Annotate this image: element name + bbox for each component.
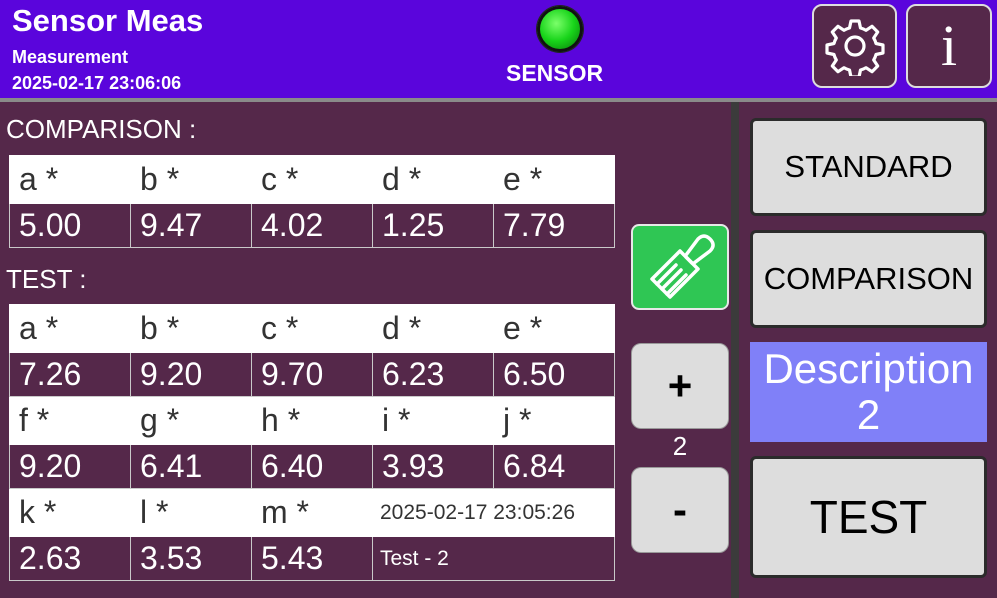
brush-icon (650, 234, 715, 299)
value-cell: 1.25 (372, 203, 494, 248)
increment-button[interactable]: + (631, 343, 729, 429)
test-name: Test - 2 (372, 536, 615, 581)
column-header: a * (9, 304, 131, 353)
app-title: Sensor Meas (12, 3, 204, 38)
table-row: 9.20 6.41 6.40 3.93 6.84 (9, 444, 615, 489)
table-header-row: a * b * c * d * e * (9, 304, 615, 353)
column-header: f * (9, 396, 131, 445)
sensor-status-led-icon (537, 6, 583, 52)
test-section-label: TEST : (6, 264, 87, 294)
column-header: d * (372, 304, 494, 353)
value-cell: 3.53 (130, 536, 252, 581)
column-header: c * (251, 304, 373, 353)
table-header-row: f * g * h * i * j * (9, 396, 615, 445)
column-header: h * (251, 396, 373, 445)
header-bar: Sensor Meas Measurement 2025-02-17 23:06… (0, 0, 997, 98)
comparison-button[interactable]: COMPARISON (750, 230, 987, 328)
sensor-label: SENSOR (506, 60, 604, 86)
value-cell: 6.23 (372, 352, 494, 397)
info-button[interactable]: i (906, 4, 992, 88)
comparison-table: a * b * c * d * e * 5.00 9.47 4.02 1.25 … (9, 155, 615, 248)
description-display: Description 2 (750, 342, 987, 442)
value-cell: 9.20 (130, 352, 252, 397)
column-header: b * (130, 155, 252, 204)
column-header: g * (130, 396, 252, 445)
settings-button[interactable] (812, 4, 897, 88)
comparison-section-label: COMPARISON : (6, 114, 197, 144)
value-cell: 6.50 (493, 352, 615, 397)
table-row: 7.26 9.20 9.70 6.23 6.50 (9, 352, 615, 397)
counter-value: 2 (672, 431, 688, 461)
column-header: a * (9, 155, 131, 204)
table-header-row: k * l * m * 2025-02-17 23:05:26 (9, 488, 615, 537)
header-separator (0, 98, 997, 102)
table-row: 5.00 9.47 4.02 1.25 7.79 (9, 203, 615, 248)
table-header-row: a * b * c * d * e * (9, 155, 615, 204)
info-icon: i (940, 13, 958, 78)
column-header: m * (251, 488, 373, 537)
value-cell: 6.84 (493, 444, 615, 489)
description-text: Description (763, 345, 974, 392)
decrement-button[interactable]: - (631, 467, 729, 553)
value-cell: 4.02 (251, 203, 373, 248)
test-table: a * b * c * d * e * 7.26 9.20 9.70 6.23 … (9, 304, 615, 581)
value-cell: 3.93 (372, 444, 494, 489)
standard-button[interactable]: STANDARD (750, 118, 987, 216)
panel-divider (731, 102, 739, 598)
value-cell: 2.63 (9, 536, 131, 581)
gear-icon (824, 19, 885, 76)
value-cell: 9.20 (9, 444, 131, 489)
value-cell: 9.47 (130, 203, 252, 248)
column-header: j * (493, 396, 615, 445)
column-header: e * (493, 304, 615, 353)
clear-button[interactable] (631, 224, 729, 310)
column-header: i * (372, 396, 494, 445)
description-number: 2 (856, 391, 881, 438)
column-header: k * (9, 488, 131, 537)
column-header: l * (130, 488, 252, 537)
subtitle: Measurement (12, 47, 129, 67)
test-button[interactable]: TEST (750, 456, 987, 578)
value-cell: 7.26 (9, 352, 131, 397)
value-cell: 5.00 (9, 203, 131, 248)
column-header: c * (251, 155, 373, 204)
column-header: e * (493, 155, 615, 204)
value-cell: 7.79 (493, 203, 615, 248)
test-timestamp: 2025-02-17 23:05:26 (372, 488, 615, 537)
table-row: 2.63 3.53 5.43 Test - 2 (9, 536, 615, 581)
value-cell: 5.43 (251, 536, 373, 581)
value-cell: 6.41 (130, 444, 252, 489)
value-cell: 6.40 (251, 444, 373, 489)
column-header: b * (130, 304, 252, 353)
current-datetime: 2025-02-17 23:06:06 (12, 73, 182, 93)
value-cell: 9.70 (251, 352, 373, 397)
column-header: d * (372, 155, 494, 204)
